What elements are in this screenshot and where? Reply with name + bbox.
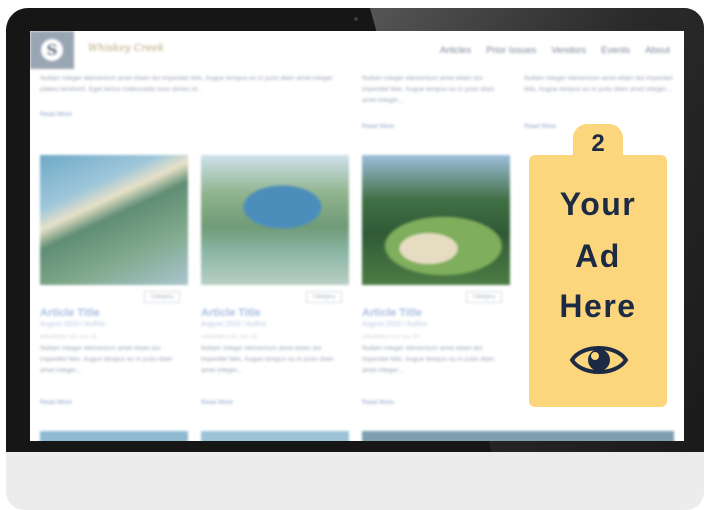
article-title[interactable]: Article Title xyxy=(40,307,100,319)
ad-text-line: Here xyxy=(559,288,637,324)
row1-read-more-2[interactable]: Read More xyxy=(362,123,394,130)
logo-mark: S xyxy=(41,39,63,61)
monitor-chin xyxy=(6,452,704,510)
site-nav: Articles Prior Issues Vendors Events Abo… xyxy=(440,45,670,56)
article-excerpt: Nullam integer elementum amet etiam dui … xyxy=(201,345,334,374)
article-excerpt: Nullam integer elementum amet etiam dui … xyxy=(362,345,495,374)
article-image-partial[interactable] xyxy=(201,431,349,441)
article-read-more[interactable]: Read More xyxy=(40,399,72,406)
row1-read-more-3[interactable]: Read More xyxy=(524,123,556,130)
row1-excerpt-2: Nullam integer elementum amet etiam dui … xyxy=(362,75,495,104)
nav-prior-issues[interactable]: Prior Issues xyxy=(486,45,536,56)
article-meta: August 2020 / Author xyxy=(201,321,267,328)
brand-script: Whiskey Creek xyxy=(88,43,165,54)
category-tag[interactable]: Category xyxy=(144,291,181,303)
article-image-partial[interactable] xyxy=(362,431,674,441)
article-image-golf[interactable] xyxy=(362,155,510,285)
ad-number-badge: 2 xyxy=(573,124,623,164)
article-meta: August 2020 / Author xyxy=(40,321,106,328)
eye-icon xyxy=(569,346,629,374)
row1-excerpt-3: Nullam integer elementum amet etiam dui … xyxy=(524,75,673,93)
article-read-more[interactable]: Read More xyxy=(362,399,394,406)
ad-text-line: Your xyxy=(559,186,637,222)
nav-vendors[interactable]: Vendors xyxy=(551,45,586,56)
ad-text-line: Ad xyxy=(575,238,621,274)
nav-events[interactable]: Events xyxy=(601,45,630,56)
article-title[interactable]: Article Title xyxy=(362,307,422,319)
article-image-partial[interactable] xyxy=(40,431,188,441)
category-tag[interactable]: Category xyxy=(466,291,503,303)
article-image-beach[interactable] xyxy=(40,155,188,285)
site-logo[interactable]: S xyxy=(30,31,74,69)
camera-dot xyxy=(354,17,358,21)
article-subcategories: subcategory one, two, etc xyxy=(362,334,419,340)
article-excerpt: Nullam integer elementum amet etiam dui … xyxy=(40,345,173,374)
article-subcategories: subcategory one, two, etc xyxy=(201,334,258,340)
category-tag[interactable]: Category xyxy=(306,291,343,303)
row1-read-more-1[interactable]: Read More xyxy=(40,111,72,118)
row1-excerpt-1: Nullam integer elementum amet etiam dui … xyxy=(40,75,333,93)
nav-about[interactable]: About xyxy=(645,45,670,56)
article-read-more[interactable]: Read More xyxy=(201,399,233,406)
article-image-tennis[interactable] xyxy=(201,155,349,285)
nav-articles[interactable]: Articles xyxy=(440,45,471,56)
site-header: S Whiskey Creek Articles Prior Issues Ve… xyxy=(30,31,684,71)
article-title[interactable]: Article Title xyxy=(201,307,261,319)
article-subcategories: subcategory one, two, etc xyxy=(40,334,97,340)
article-meta: August 2020 / Author xyxy=(362,321,428,328)
